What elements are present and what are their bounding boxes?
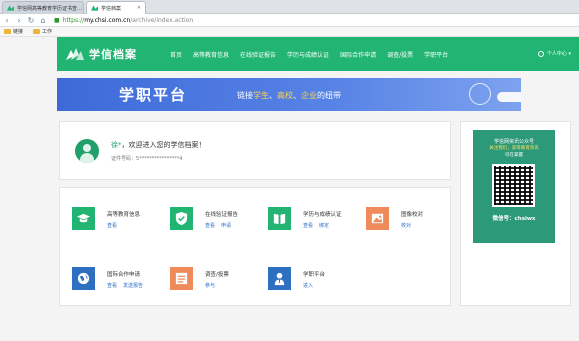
tile-link-view[interactable]: 查看 [303,223,313,229]
wechat-id: 微信号：chsiwx [492,216,536,222]
nav-career-platform[interactable]: 学职平台 [424,50,448,59]
chsi-favicon-icon [91,5,98,11]
tile-link-bind[interactable]: 绑定 [319,223,329,229]
nav-survey[interactable]: 调查/投票 [387,50,413,59]
tile-link-view[interactable]: 查看 [205,223,215,229]
tile-link-proofread[interactable]: 校对 [401,223,411,229]
home-icon[interactable]: ⌂ [38,15,48,25]
main-nav: 首页 高等教育信息 在线验证报告 学历与成绩认证 国际合作申请 调查/投票 学职… [170,37,459,71]
wechat-qr-card: 学信网资讯公众号 关注我们，高等教育资讯 尽在掌握 微信号：chsiwx [460,121,571,306]
tile-career-platform[interactable]: 学职平台 进入 [256,248,354,307]
qr-panel: 学信网资讯公众号 关注我们，高等教育资讯 尽在掌握 微信号：chsiwx [473,130,555,243]
welcome-message: 徐*，欢迎进入您的学信档案！ [111,141,206,149]
nav-certification[interactable]: 学历与成绩认证 [287,50,329,59]
forward-icon[interactable]: › [14,15,24,25]
welcome-card: 徐*，欢迎进入您的学信档案！ 证件号码：5****************4 [59,121,451,180]
graduation-cap-icon [72,207,95,230]
tile-verification-report[interactable]: 在线验证报告 查看 申请 [158,188,256,247]
tab-label: 学信档案 [101,5,122,12]
list-icon [170,267,193,290]
back-icon[interactable]: ‹ [2,15,12,25]
nav-verification-report[interactable]: 在线验证报告 [240,50,276,59]
browser-tab-bar: 学信网高等教育学历证书查… ✕ 学信档案 ✕ [0,0,579,14]
close-tab-icon[interactable]: ✕ [137,5,141,11]
site-header: 学信档案 首页 高等教育信息 在线验证报告 学历与成绩认证 国际合作申请 调查/… [57,37,579,71]
image-icon [366,207,389,230]
hand-graphic [497,92,521,102]
bookmark-links[interactable]: 链接 [4,28,23,35]
bookmarks-bar: 链接 工作 [0,27,579,37]
tab-label: 学信网高等教育学历证书查… [17,5,83,12]
nav-home[interactable]: 首页 [170,50,182,59]
tile-certification[interactable]: 学历与成绩认证 查看 绑定 [256,188,354,247]
tile-link-view[interactable]: 查看 [107,223,117,229]
lock-icon: ■ [54,16,60,24]
tile-image-proofread[interactable]: 图像校对 校对 [354,188,452,247]
folder-icon [33,29,41,34]
url-field[interactable]: ■ https://my.chsi.com.cn/archive/index.a… [54,17,193,24]
bookmark-work[interactable]: 工作 [33,28,52,35]
tile-international[interactable]: 国际合作申请 查看 发送报告 [60,248,158,307]
logo-book-icon [66,48,84,60]
person-icon [268,267,291,290]
banner-slogan: 链接学生、高校、企业的纽带 [237,91,341,100]
close-tab-icon[interactable]: ✕ [82,5,83,11]
avatar [75,139,99,163]
qr-code-icon [492,164,535,207]
id-number: 证件号码：5****************4 [111,156,183,162]
tile-survey[interactable]: 调查/投票 参与 [158,248,256,307]
network-ring-graphic [469,83,491,105]
career-platform-banner[interactable]: 学职平台 链接学生、高校、企业的纽带 [57,78,521,111]
tile-link-view[interactable]: 查看 [107,283,117,289]
user-icon [537,50,544,57]
tile-link-enter[interactable]: 进入 [303,283,313,289]
nav-international[interactable]: 国际合作申请 [340,50,376,59]
tile-link-apply[interactable]: 申请 [221,223,231,229]
site-logo[interactable]: 学信档案 [65,46,137,62]
banner-title: 学职平台 [119,86,188,104]
folder-icon [4,29,11,34]
tile-higher-education[interactable]: 高等教育信息 查看 [60,188,158,247]
globe-icon [72,267,95,290]
shield-check-icon [170,207,193,230]
nav-higher-education[interactable]: 高等教育信息 [193,50,229,59]
address-bar: ‹ › ↻ ⌂ ■ https://my.chsi.com.cn/archive… [0,14,579,27]
services-grid: 高等教育信息 查看 在线验证报告 查看 申请 学历与成绩认证 查看 绑定 图像校对 … [59,187,451,306]
browser-tab-2[interactable]: 学信档案 ✕ [86,1,146,14]
browser-tab-1[interactable]: 学信网高等教育学历证书查… ✕ [2,1,84,14]
tile-link-send-report[interactable]: 发送报告 [123,283,143,289]
chsi-favicon-icon [7,5,14,11]
tile-link-participate[interactable]: 参与 [205,283,215,289]
user-center-menu[interactable]: 个人中心 ▾ [537,50,571,57]
refresh-icon[interactable]: ↻ [26,15,36,25]
book-icon [268,207,291,230]
